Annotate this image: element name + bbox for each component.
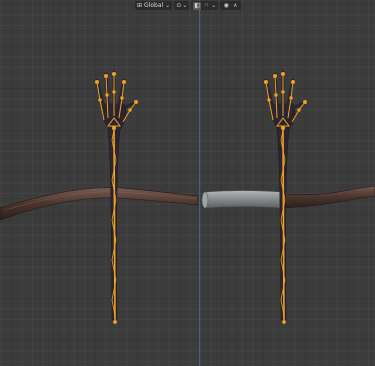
proportional-edit-icon[interactable]: ◉ xyxy=(222,2,230,10)
falloff-curve-icon[interactable]: ∧ xyxy=(231,2,239,10)
snap-magnet-icon[interactable]: ◧ xyxy=(193,1,202,10)
log-left-mesh[interactable] xyxy=(0,187,199,221)
pivot-point-dropdown[interactable]: ⊙ ⌄ xyxy=(174,1,190,10)
proportional-editing-group: ◉ ∧ xyxy=(220,1,242,10)
scene-canvas[interactable] xyxy=(0,0,375,366)
transform-orientation-dropdown[interactable]: ⊞ Global ⌄ xyxy=(135,1,173,10)
snap-grid-icon[interactable]: ⁙ xyxy=(202,2,210,10)
chevron-down-icon: ⌄ xyxy=(182,1,188,9)
viewport-header-toolbar: ⊞ Global ⌄ ⊙ ⌄ ◧ ⁙ ⌄ ◉ ∧ xyxy=(135,0,242,11)
log-right-mesh[interactable] xyxy=(281,185,375,209)
transform-orientation-label: Global xyxy=(144,2,164,9)
orientation-icon: ⊞ xyxy=(137,1,143,9)
chevron-down-icon: ⌄ xyxy=(165,1,171,9)
pivot-point-icon: ⊙ xyxy=(176,1,182,9)
snapping-group: ◧ ⁙ ⌄ xyxy=(191,1,219,10)
3d-viewport[interactable]: ⊞ Global ⌄ ⊙ ⌄ ◧ ⁙ ⌄ ◉ ∧ xyxy=(0,0,375,366)
cylinder-mesh[interactable] xyxy=(201,190,283,209)
chevron-down-icon[interactable]: ⌄ xyxy=(211,2,216,10)
